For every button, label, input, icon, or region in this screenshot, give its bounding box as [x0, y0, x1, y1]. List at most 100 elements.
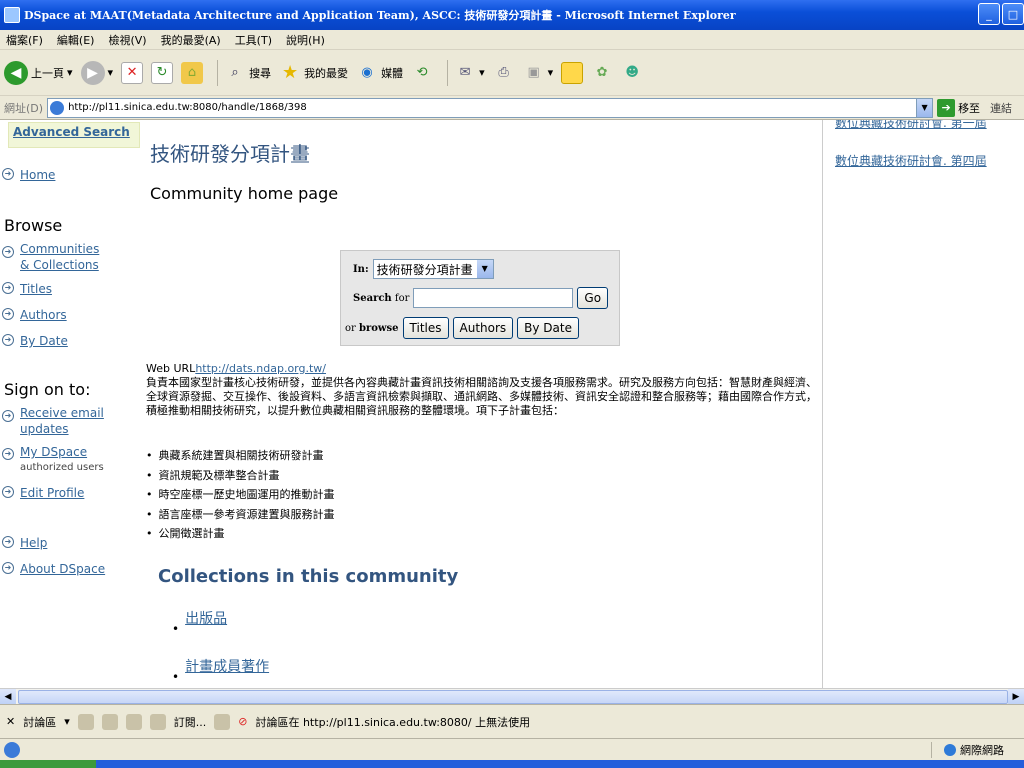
- home-icon: ⌂: [181, 61, 204, 84]
- arrow-right-icon: ➜: [2, 448, 14, 460]
- home-link[interactable]: Home: [20, 168, 55, 182]
- page-status-icon: [4, 741, 20, 758]
- chevron-down-icon: ▾: [547, 66, 554, 79]
- search-input[interactable]: [413, 288, 574, 308]
- address-bar: 網址(D) http://pl11.sinica.edu.tw:8080/han…: [0, 96, 1024, 120]
- media-label: 媒體: [381, 66, 404, 80]
- arrow-right-icon: ➜: [2, 168, 14, 180]
- globe-icon: [944, 744, 956, 756]
- media-button[interactable]: ◉ 媒體: [356, 62, 403, 84]
- discussion-icon[interactable]: [77, 713, 94, 730]
- updates-link[interactable]: updates: [20, 422, 69, 436]
- menu-favorites[interactable]: 我的最愛(A): [161, 32, 221, 48]
- discussion-icon[interactable]: [125, 713, 142, 730]
- people-icon: ☻: [625, 65, 639, 80]
- list-item: 時空座標一歷史地圖運用的推動計畫: [146, 485, 335, 505]
- arrow-right-icon: ➜: [2, 410, 14, 422]
- about-dspace-link[interactable]: About DSpace: [20, 562, 105, 576]
- community-title: 技術研發分項計畫: [150, 142, 310, 166]
- communities-link[interactable]: Communities: [20, 242, 99, 256]
- edit-profile-link[interactable]: Edit Profile: [20, 486, 84, 500]
- search-label: 搜尋: [249, 66, 272, 80]
- minimize-button[interactable]: _: [978, 3, 1000, 25]
- advanced-search-box: Advanced Search: [8, 122, 140, 148]
- address-dropdown-icon[interactable]: ▼: [916, 98, 933, 117]
- forward-button[interactable]: ▶ ▾: [80, 60, 113, 85]
- address-label: 網址(D): [4, 101, 44, 115]
- edit-button[interactable]: ▣ ▾: [523, 62, 554, 84]
- titles-link[interactable]: Titles: [20, 282, 52, 296]
- help-link[interactable]: Help: [20, 536, 47, 550]
- security-zone: 網際網路: [931, 742, 1004, 758]
- browse-authors-button[interactable]: Authors: [452, 317, 514, 339]
- advanced-search-link[interactable]: Advanced Search: [13, 125, 130, 139]
- menu-tools[interactable]: 工具(T): [235, 32, 272, 48]
- collection-link[interactable]: 出版品: [172, 608, 227, 628]
- menu-view[interactable]: 檢視(V): [108, 32, 146, 48]
- conference-link[interactable]: 數位典藏技術研討會. 第四屆: [835, 152, 987, 169]
- go-label: 移至: [958, 101, 981, 115]
- menu-file[interactable]: 檔案(F): [6, 32, 43, 48]
- subscribe-button[interactable]: 訂閱...: [174, 714, 207, 730]
- scope-row: In: 技術研發分項計畫 ▼: [353, 259, 494, 279]
- browse-titles-button[interactable]: Titles: [402, 317, 449, 339]
- contacts-button[interactable]: ☻: [621, 62, 643, 84]
- scroll-thumb[interactable]: [18, 690, 1008, 704]
- collections-heading: Collections in this community: [158, 566, 459, 587]
- collection-link[interactable]: 計畫成員著作: [172, 656, 269, 676]
- taskbar: [0, 760, 1024, 768]
- collections-link[interactable]: & Collections: [20, 258, 99, 272]
- discussion-icon[interactable]: [101, 713, 118, 730]
- history-button[interactable]: ⟲: [411, 62, 433, 84]
- go-button[interactable]: ➔ 移至: [937, 98, 981, 117]
- my-dspace-link[interactable]: My DSpace: [20, 445, 87, 459]
- page-content: Advanced Search ➜ Home Browse ➜ Communit…: [0, 120, 1024, 688]
- receive-email-link[interactable]: Receive email: [20, 406, 104, 420]
- window-titlebar: DSpace at MAAT(Metadata Architecture and…: [0, 0, 1024, 30]
- search-row: Search for Go: [353, 287, 609, 309]
- media-icon: ◉: [361, 65, 373, 80]
- horizontal-scrollbar[interactable]: ◀ ▶: [0, 688, 1024, 705]
- web-url-link[interactable]: http://dats.ndap.org.tw/: [195, 362, 326, 375]
- search-button[interactable]: ⌕ 搜尋: [224, 62, 271, 84]
- links-button[interactable]: 連結: [990, 100, 1012, 116]
- print-button[interactable]: ⎙: [493, 62, 515, 84]
- authors-link[interactable]: Authors: [20, 308, 67, 322]
- start-button[interactable]: [0, 760, 96, 768]
- menu-help[interactable]: 說明(H): [286, 32, 325, 48]
- right-column: 數位典藏技術研討會. 第一屆 數位典藏技術研討會. 第四屆: [822, 120, 1024, 688]
- sidebar: Advanced Search ➜ Home Browse ➜ Communit…: [0, 120, 140, 688]
- description-text: 負責本國家型計畫核心技術研發，並提供各內容典藏計畫資訊技術相關諮詢及支援各項服務…: [146, 376, 817, 417]
- stop-button[interactable]: ✕: [121, 61, 144, 84]
- scroll-left-icon[interactable]: ◀: [0, 689, 16, 705]
- back-arrow-icon: ◀: [4, 60, 28, 85]
- toolbar-separator: [447, 59, 449, 86]
- messenger-button[interactable]: ✿: [591, 62, 613, 84]
- conference-link[interactable]: 數位典藏技術研討會. 第一屆: [835, 120, 987, 131]
- menu-edit[interactable]: 編輯(E): [57, 32, 95, 48]
- error-icon: ⊘: [238, 715, 248, 728]
- or-browse-label: or browse: [345, 322, 399, 334]
- scope-select[interactable]: 技術研發分項計畫 ▼: [372, 259, 494, 279]
- discussion-pane-icon[interactable]: [214, 713, 231, 730]
- mail-button[interactable]: ✉ ▾: [454, 62, 485, 84]
- refresh-icon: ↻: [151, 61, 174, 84]
- discussions-menu[interactable]: 討論區: [23, 714, 56, 730]
- discussion-icon[interactable]: [149, 713, 166, 730]
- page-icon: [50, 100, 65, 115]
- community-search-box: In: 技術研發分項計畫 ▼ Search for Go or browse T…: [340, 250, 620, 346]
- go-search-button[interactable]: Go: [577, 287, 609, 309]
- address-input[interactable]: http://pl11.sinica.edu.tw:8080/handle/18…: [47, 97, 934, 118]
- main-content: 技術研發分項計畫 Community home page In: 技術研發分項計…: [146, 120, 822, 688]
- refresh-button[interactable]: ↻: [151, 61, 174, 84]
- favorites-button[interactable]: ★ 我的最愛: [279, 62, 348, 84]
- browse-by-date-button[interactable]: By Date: [517, 317, 579, 339]
- scroll-right-icon[interactable]: ▶: [1008, 689, 1024, 705]
- close-icon[interactable]: ✕: [6, 715, 15, 728]
- discuss-button[interactable]: [561, 61, 584, 84]
- back-button[interactable]: ◀ 上一頁 ▾: [4, 60, 73, 85]
- maximize-button[interactable]: □: [1002, 3, 1024, 25]
- by-date-link[interactable]: By Date: [20, 334, 68, 348]
- home-button[interactable]: ⌂: [181, 61, 204, 84]
- favorites-label: 我的最愛: [304, 66, 349, 80]
